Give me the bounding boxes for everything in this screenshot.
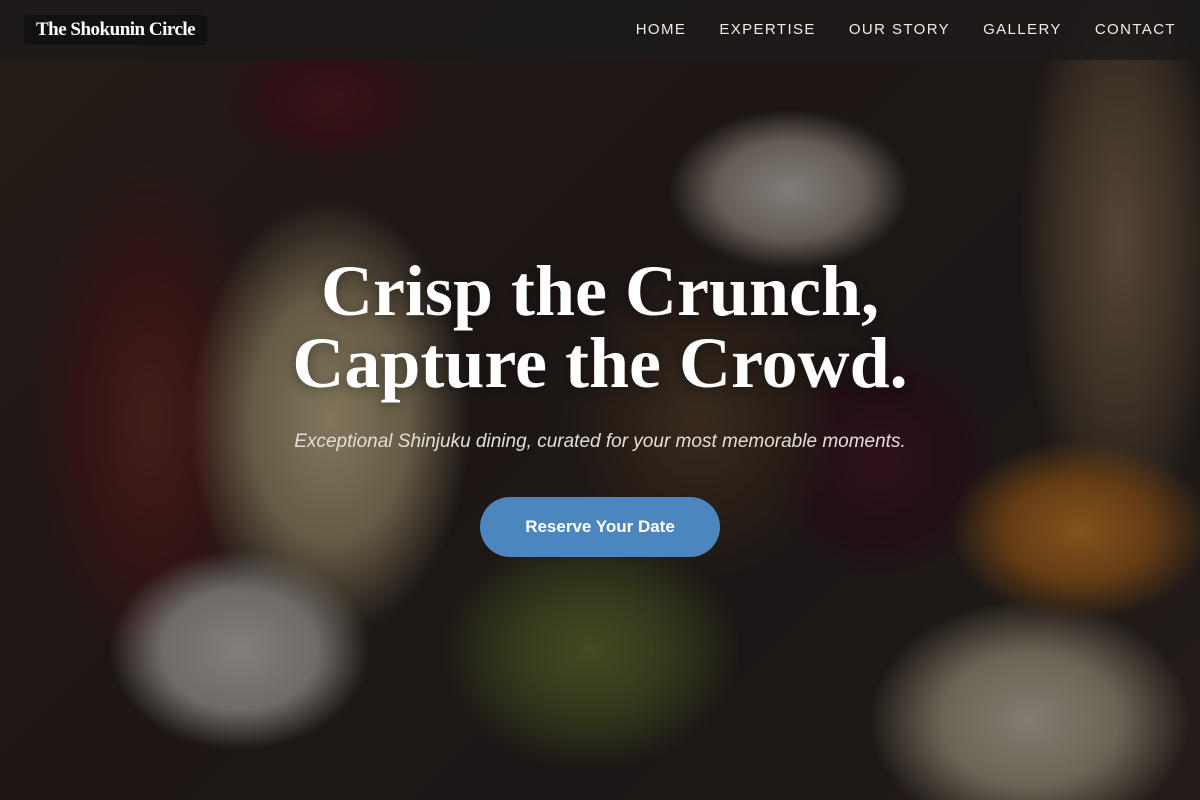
hero-headline-line-1: Crisp the Crunch, (320, 251, 880, 331)
nav-item-gallery[interactable]: GALLERY (983, 21, 1062, 38)
reserve-button[interactable]: Reserve Your Date (480, 497, 720, 557)
nav-item-our-story[interactable]: OUR STORY (849, 21, 950, 38)
nav-item-contact[interactable]: CONTACT (1095, 21, 1176, 38)
hero-content: Crisp the Crunch, Capture the Crowd. Exc… (0, 255, 1200, 557)
brand-logo[interactable]: The Shokunin Circle (24, 15, 208, 45)
top-navbar: The Shokunin Circle HOME EXPERTISE OUR S… (0, 0, 1200, 60)
nav-menu: HOME EXPERTISE OUR STORY GALLERY CONTACT (636, 21, 1176, 39)
nav-item-expertise[interactable]: EXPERTISE (719, 21, 816, 38)
hero-headline: Crisp the Crunch, Capture the Crowd. (0, 255, 1200, 399)
nav-item-home[interactable]: HOME (636, 21, 687, 38)
hero-headline-line-2: Capture the Crowd. (292, 323, 908, 403)
hero-subtitle: Exceptional Shinjuku dining, curated for… (294, 431, 906, 452)
hero-section: The Shokunin Circle HOME EXPERTISE OUR S… (0, 0, 1200, 800)
